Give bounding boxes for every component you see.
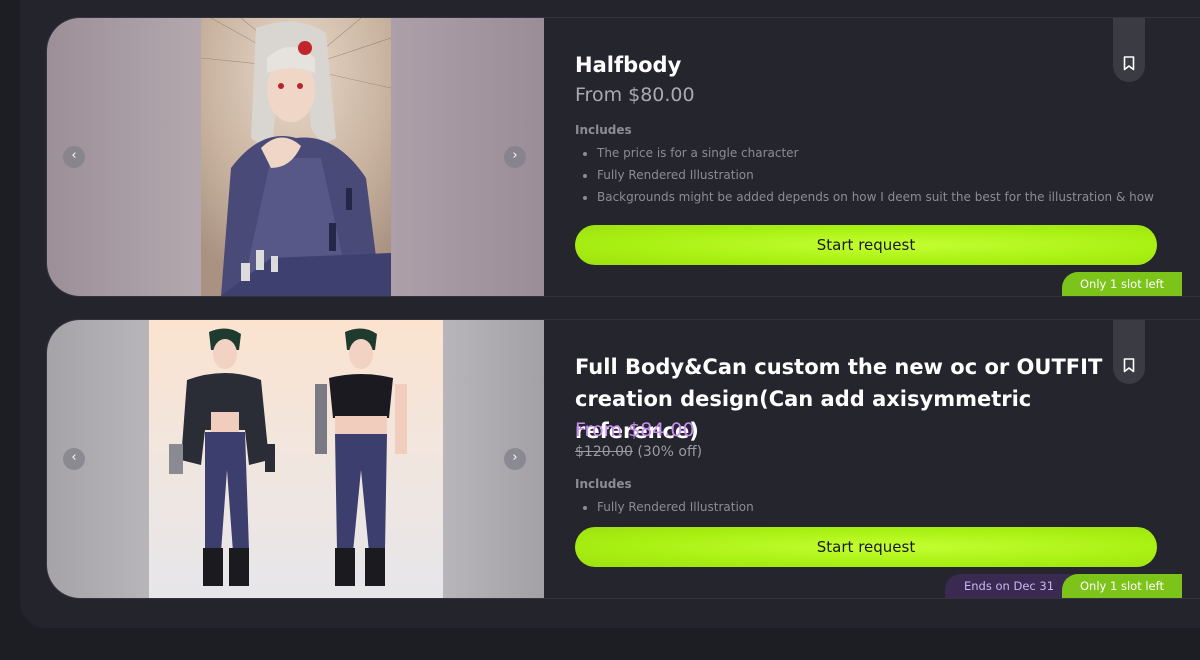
ends-on-badge: Ends on Dec 31 [945, 574, 1073, 598]
artwork-fullbody [149, 320, 443, 598]
includes-item: Fully Rendered Illustration [597, 496, 1177, 518]
slots-left-badge: Only 1 slot left [1062, 272, 1182, 296]
includes-item: Fully Rendered Illustration [597, 164, 1177, 186]
image-carousel[interactable]: ‹ › [47, 320, 544, 598]
includes-item: The price is for a single character [597, 142, 1177, 164]
includes-label: Includes [575, 123, 632, 137]
discount-label: (30% off) [637, 444, 703, 460]
slots-left-badge: Only 1 slot left [1062, 574, 1182, 598]
listing-info: Halfbody From $80.00 Includes The price … [575, 18, 1157, 296]
commission-card-halfbody: ‹ › Halfbody From $80.00 Includes The pr… [46, 17, 1200, 297]
original-price: $120.00 (30% off) [575, 444, 702, 460]
next-image-button[interactable]: › [504, 448, 526, 470]
listing-title: Halfbody [575, 53, 682, 77]
chevron-right-icon: › [512, 450, 518, 465]
next-image-button[interactable]: › [504, 146, 526, 168]
includes-list: Fully Rendered Illustration [575, 496, 1177, 518]
chevron-left-icon: ‹ [71, 148, 77, 163]
artwork-halfbody [201, 18, 391, 296]
bookmark-button[interactable] [1113, 18, 1145, 82]
bookmark-icon [1123, 56, 1135, 71]
prev-image-button[interactable]: ‹ [63, 448, 85, 470]
includes-item: Backgrounds might be added depends on ho… [597, 186, 1177, 206]
listing-price: From $84.00 [575, 419, 695, 441]
includes-list: The price is for a single character Full… [575, 142, 1177, 206]
start-request-button[interactable]: Start request [575, 225, 1157, 265]
bookmark-button[interactable] [1113, 320, 1145, 384]
chevron-left-icon: ‹ [71, 450, 77, 465]
start-request-button[interactable]: Start request [575, 527, 1157, 567]
strikethrough-price: $120.00 [575, 444, 633, 460]
chevron-right-icon: › [512, 148, 518, 163]
prev-image-button[interactable]: ‹ [63, 146, 85, 168]
bookmark-icon [1123, 358, 1135, 373]
includes-label: Includes [575, 477, 632, 491]
listing-price: From $80.00 [575, 84, 695, 106]
image-carousel[interactable]: ‹ › [47, 18, 544, 296]
commission-card-fullbody: ‹ › Full Body&Can custom the new oc or O… [46, 319, 1200, 599]
carousel-dots [285, 592, 303, 598]
listing-info: Full Body&Can custom the new oc or OUTFI… [575, 320, 1157, 598]
